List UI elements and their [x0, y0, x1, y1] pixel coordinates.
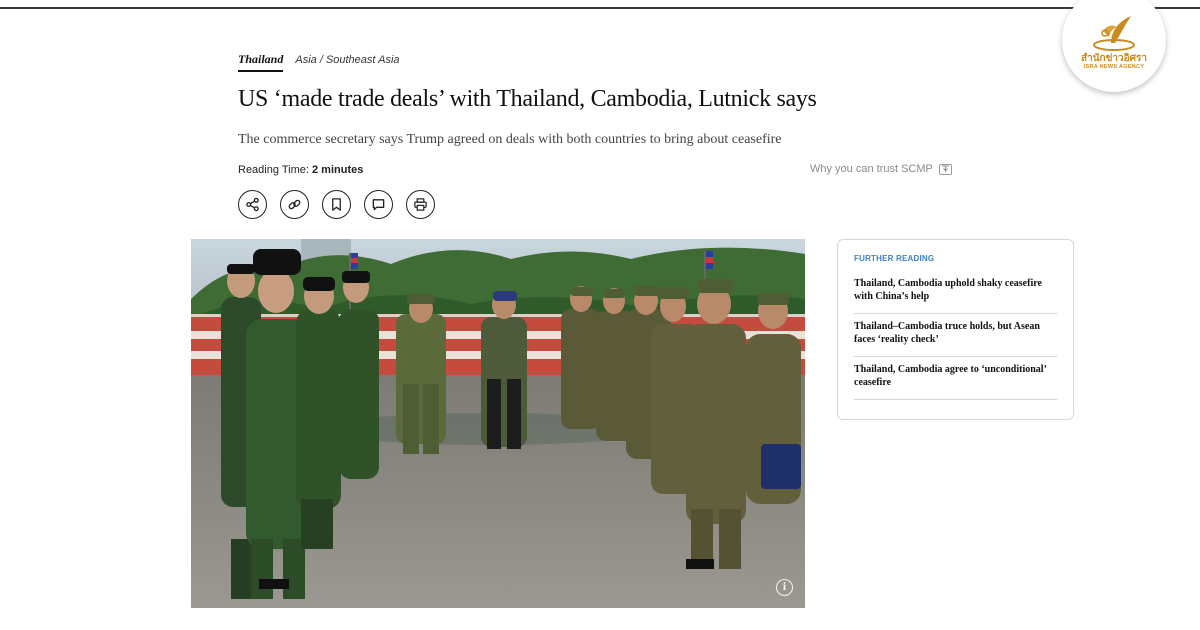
reading-time: Reading Time: 2 minutes	[238, 164, 363, 176]
further-reading-link[interactable]: Thailand–Cambodia truce holds, but Asean…	[854, 314, 1057, 357]
hero-photo-soldiers	[191, 239, 805, 608]
further-reading-link[interactable]: Thailand, Cambodia uphold shaky ceasefir…	[854, 271, 1057, 314]
top-divider	[0, 7, 1200, 9]
trust-link-label[interactable]: Why you can trust SCMP	[810, 163, 933, 175]
link-icon	[288, 199, 301, 210]
comment-button[interactable]	[364, 190, 393, 219]
further-reading-title: FURTHER READING	[854, 254, 935, 263]
print-button[interactable]	[406, 190, 435, 219]
breadcrumb-section-link[interactable]: Asia / Southeast Asia	[295, 54, 399, 66]
article-headline: US ‘made trade deals’ with Thailand, Cam…	[238, 86, 817, 112]
image-info-button[interactable]: i	[776, 579, 793, 596]
reading-time-label: Reading Time:	[238, 164, 309, 176]
breadcrumb: Thailand Asia / Southeast Asia	[238, 52, 400, 72]
article-actions	[238, 190, 435, 219]
further-reading-link[interactable]: Thailand, Cambodia agree to ‘uncondition…	[854, 357, 1057, 400]
printer-icon	[414, 198, 427, 211]
bookmark-button[interactable]	[322, 190, 351, 219]
isra-news-agency-logo: สำนักข่าวอิศรา ISRA NEWS AGENCY	[1062, 0, 1166, 92]
quill-emblem-icon	[1093, 16, 1135, 51]
comment-icon	[372, 199, 385, 211]
trust-link[interactable]: Why you can trust SCMP	[810, 163, 952, 175]
share-button[interactable]	[238, 190, 267, 219]
trust-badge-icon	[938, 163, 952, 175]
article-subheadline: The commerce secretary says Trump agreed…	[238, 132, 782, 147]
hero-image: i	[191, 239, 805, 608]
reading-time-value: 2 minutes	[312, 164, 364, 176]
share-icon	[246, 197, 259, 212]
logo-thai-text: สำนักข่าวอิศรา	[1080, 53, 1147, 64]
logo-english-text: ISRA NEWS AGENCY	[1083, 64, 1145, 70]
bookmark-icon	[332, 198, 341, 211]
copy-link-button[interactable]	[280, 190, 309, 219]
breadcrumb-topic-link[interactable]: Thailand	[238, 52, 284, 72]
further-reading-panel: FURTHER READING Thailand, Cambodia uphol…	[837, 239, 1074, 420]
